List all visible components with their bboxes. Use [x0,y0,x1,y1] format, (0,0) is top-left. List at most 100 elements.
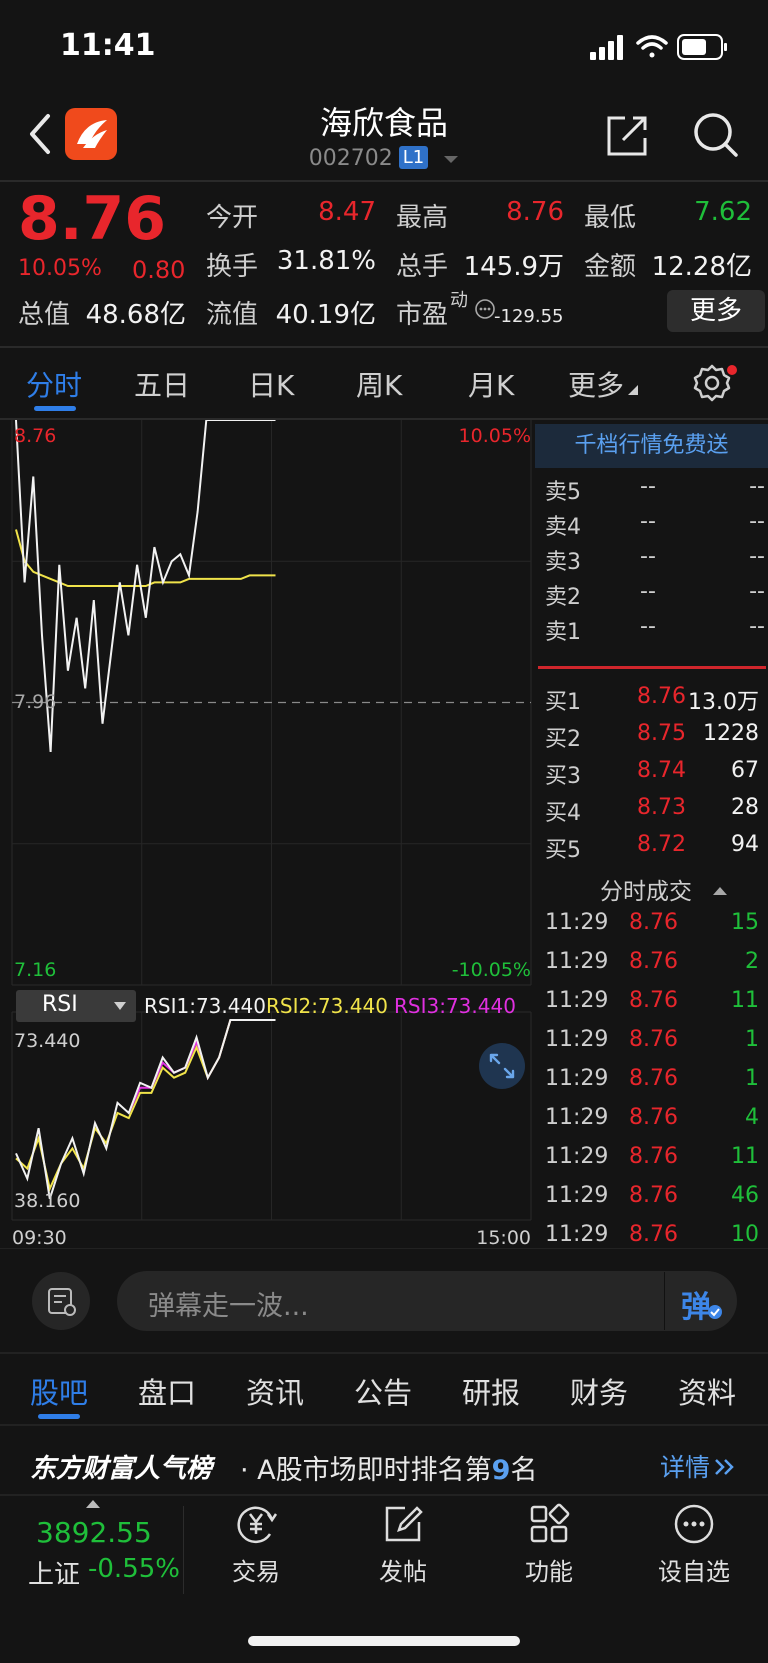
ask-label: 卖4 [545,515,581,540]
tab-news[interactable]: 资讯 [246,1370,304,1412]
high-label: 最高 [396,203,449,233]
pct-bottom-label: -10.05% [452,959,531,981]
trade-time: 11:29 [545,910,609,935]
rsi3-line [127,1019,276,1114]
trade-row: 11:29 8.76 1 [545,1066,765,1102]
stock-code-row[interactable]: 002702 L1 [0,146,768,171]
change-amount: 0.80 [132,256,186,284]
high-value: 8.76 [506,197,564,227]
rsi-indicator-select[interactable]: RSI [16,990,136,1022]
tab-intraday[interactable]: 分时 [26,364,82,404]
low-label: 最低 [584,203,637,233]
rsi-top-label: 73.440 [14,1030,80,1052]
tab-daily-k[interactable]: 日K [248,364,294,404]
nav-add-watchlist[interactable]: 设自选 [634,1500,754,1587]
tab-monthly-k[interactable]: 月K [468,364,514,404]
ranking-brand: 东方财富人气榜 [30,1454,213,1484]
turnover-value: 31.81% [276,246,376,276]
trade-price: 8.76 [629,1183,678,1208]
divider [0,1352,768,1354]
trade-time: 11:29 [545,949,609,974]
rsi-select-label: RSI [42,992,78,1017]
danmaku-settings-button[interactable] [32,1272,90,1330]
index-label: 上证 [28,1560,81,1590]
amount-value: 12.28亿 [651,252,752,282]
gear-icon[interactable] [692,363,732,403]
danmaku-send-button[interactable]: 弹 [664,1272,737,1330]
ranking-suffix: 名 [510,1455,538,1486]
pe-info-icon[interactable] [474,298,496,320]
ranking-detail-link[interactable]: 详情 [660,1448,736,1484]
ask-price: -- [640,614,656,639]
tab-more-label: 更多 [568,369,625,402]
index-value[interactable]: 3892.55 [36,1516,152,1549]
trade-row: 11:29 8.76 11 [545,1144,765,1180]
search-icon[interactable] [691,110,741,160]
chart-grid [11,420,532,1221]
signal-icon [590,35,623,60]
trade-volume: 11 [731,1144,759,1169]
trade-row: 11:29 8.76 11 [545,988,765,1024]
mktcap-label: 总值 [18,300,71,330]
nav-functions[interactable]: 功能 [489,1500,609,1587]
bottom-tab-underline [38,1414,80,1419]
avg-price-line [15,529,276,587]
tab-profile[interactable]: 资料 [678,1370,736,1412]
nav-trade[interactable]: 交易 [196,1500,316,1587]
trade-row: 11:29 8.76 2 [545,949,765,985]
trade-price: 8.76 [629,1105,678,1130]
danmaku-settings-icon [48,1288,76,1316]
tab-finance[interactable]: 财务 [570,1370,628,1412]
ask-row: 卖4 -- -- [545,509,765,545]
status-time: 11:41 [60,28,156,63]
divider [0,180,768,182]
expand-icon[interactable] [479,1043,525,1089]
nav-post-label: 发帖 [379,1558,427,1586]
notification-dot [727,365,737,375]
trade-price: 8.76 [629,1066,678,1091]
trade-volume: 10 [731,1222,759,1247]
ask-volume: -- [749,614,765,639]
trade-row: 11:29 8.76 46 [545,1183,765,1219]
ask-label: 卖1 [545,620,581,645]
tab-five-day[interactable]: 五日 [134,364,190,404]
tab-guba[interactable]: 股吧 [30,1370,88,1412]
tab-announcements[interactable]: 公告 [354,1370,412,1412]
tab-more[interactable]: 更多 [568,364,639,404]
open-label: 今开 [206,203,259,233]
tab-research[interactable]: 研报 [462,1370,520,1412]
bid-row: 买1 8.76 13.0万 [545,684,765,720]
trade-row: 11:29 8.76 15 [545,910,765,946]
amount-label: 金额 [584,252,637,282]
more-quote-button[interactable]: 更多 [667,290,765,332]
bid-label: 买5 [545,838,581,863]
rsi3-value: RSI3:73.440 [394,994,516,1018]
nav-functions-label: 功能 [525,1558,573,1586]
trade-price: 8.76 [629,1222,678,1247]
change-percent: 10.05% [18,256,102,281]
bid-label: 买3 [545,764,581,789]
bid-label: 买2 [545,727,581,752]
bid-label: 买1 [545,690,581,715]
grid-icon [530,1503,570,1543]
trade-time: 11:29 [545,1222,609,1247]
ask-row: 卖3 -- -- [545,544,765,580]
trades-title[interactable]: 分时成交 [600,872,728,906]
tab-weekly-k[interactable]: 周K [356,364,402,404]
rsi-bottom-label: 38.160 [14,1190,80,1212]
home-indicator [248,1636,520,1646]
trade-time: 11:29 [545,1027,609,1052]
promo-banner[interactable]: 千档行情免费送 [535,424,768,468]
caret-down-icon [114,1002,126,1010]
ask-price: -- [640,474,656,499]
trade-volume: 4 [745,1105,759,1130]
tab-pankou[interactable]: 盘口 [138,1370,196,1412]
bid-price: 8.76 [637,684,686,709]
trade-price: 8.76 [629,910,678,935]
open-value: 8.47 [318,197,376,227]
divider [183,1506,184,1594]
intraday-chart[interactable]: 8.76 10.05% 7.96 7.16 -10.05% RSI1:73.44… [0,420,535,1250]
corner-caret-icon [628,385,639,395]
nav-post[interactable]: 发帖 [343,1500,463,1587]
share-icon[interactable] [603,112,651,160]
